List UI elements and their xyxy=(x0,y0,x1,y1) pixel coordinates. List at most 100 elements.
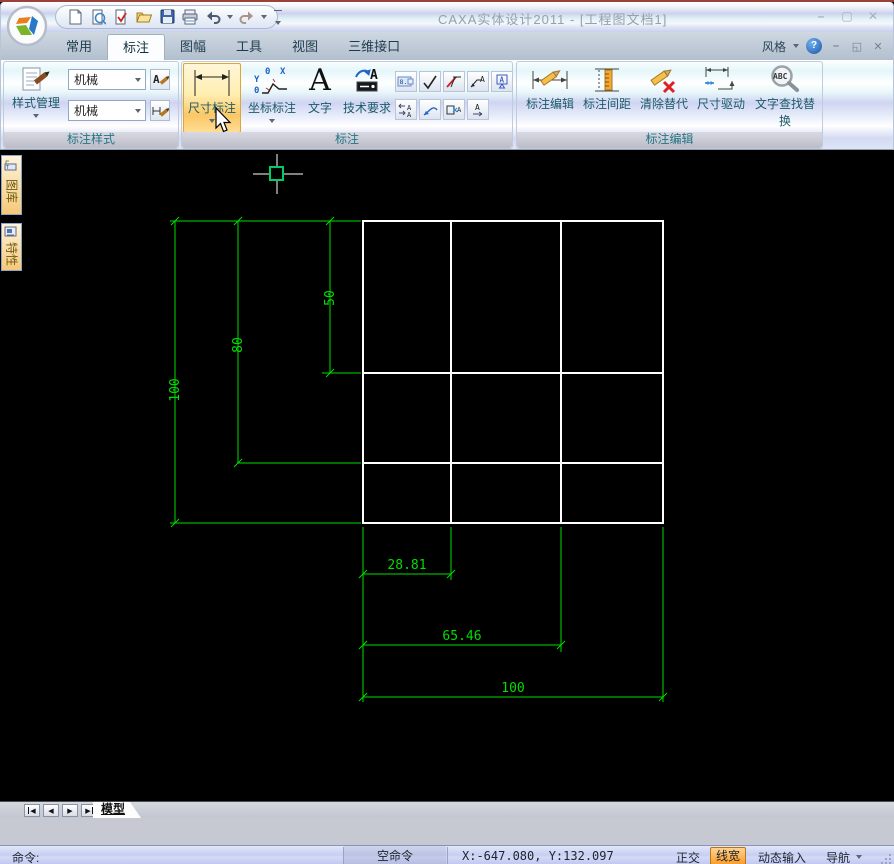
svg-text:Y: Y xyxy=(254,75,260,85)
dim-style-combo[interactable]: 机械 xyxy=(68,100,146,121)
mouse-cursor xyxy=(215,107,232,133)
text-find-replace-button[interactable]: ABC 文字查找替换 xyxy=(750,65,820,129)
doc-minimize-button[interactable]: – xyxy=(829,40,843,52)
group-label[interactable]: 标注编辑 xyxy=(517,132,822,148)
curvature-radius-icon[interactable]: 8.1 xyxy=(395,71,417,92)
leader-note-icon[interactable]: A xyxy=(467,71,489,92)
app-logo[interactable] xyxy=(6,5,48,47)
command-state: 空命令 xyxy=(344,846,446,864)
save-icon[interactable] xyxy=(158,8,176,26)
dimension-lines xyxy=(170,216,668,702)
group-label[interactable]: 标注样式 xyxy=(4,132,178,148)
dimension-labels: 100 80 50 28.81 65.46 100 xyxy=(168,290,525,696)
doc-restore-button[interactable]: ◱ xyxy=(850,40,864,53)
style-menu-dropdown-icon[interactable] xyxy=(793,44,799,48)
dim-style-edit-icon[interactable] xyxy=(150,100,170,121)
doc-close-button[interactable]: ✕ xyxy=(871,40,885,53)
text-direction-icon[interactable]: A xyxy=(467,99,489,120)
quick-access-toolbar xyxy=(55,5,278,29)
combo-dropdown-icon[interactable] xyxy=(135,77,141,82)
dynamic-input-toggle[interactable]: 动态输入 xyxy=(758,849,806,864)
first-sheet-icon[interactable]: ◀ xyxy=(24,804,40,817)
undo-icon[interactable] xyxy=(204,8,222,26)
document-import-icon[interactable] xyxy=(112,8,130,26)
style-menu-button[interactable]: 风格 xyxy=(762,38,786,55)
ruler-spacing-icon xyxy=(595,68,619,92)
coordinate-dropdown-icon xyxy=(269,119,275,123)
ortho-toggle[interactable]: 正交 xyxy=(676,849,700,864)
coordinate-icon: 0 X Y 0 xyxy=(254,67,287,96)
group-annotation-style: 样式管理 机械 A 机械 标注样式 xyxy=(3,61,179,149)
resize-grip[interactable] xyxy=(879,852,891,864)
sidebar-tab-properties[interactable]: 特性 xyxy=(1,223,22,271)
command-prompt-label: 命令: xyxy=(12,851,40,864)
tab-sheet[interactable]: 图幅 xyxy=(165,34,221,60)
window-title: CAXA实体设计2011 - [工程图文档1] xyxy=(438,12,668,27)
svg-text:A: A xyxy=(407,111,412,118)
sidebar-tab-library[interactable]: T 图库 xyxy=(1,155,22,215)
undo-dropdown-icon[interactable] xyxy=(227,15,233,19)
dimension-label: 80 xyxy=(231,337,246,353)
dimension-icon xyxy=(194,70,230,96)
tab-annotation[interactable]: 标注 xyxy=(107,34,166,60)
dim-pencil-icon xyxy=(532,70,568,89)
chamfer-dim-icon[interactable] xyxy=(443,71,465,92)
tab-common[interactable]: 常用 xyxy=(51,34,107,60)
library-icon: T xyxy=(4,160,17,171)
dimension-label: 100 xyxy=(168,378,183,401)
status-bar: 命令: 空命令 X:-647.080, Y:132.097 正交 线宽 动态输入… xyxy=(0,845,894,864)
tech-requirements-button[interactable]: A 技术要求 xyxy=(339,63,395,116)
dimension-label: 50 xyxy=(323,290,338,306)
new-document-icon[interactable] xyxy=(66,8,84,26)
navigation-toggle[interactable]: 导航 xyxy=(826,849,850,864)
coordinate-readout: X:-647.080, Y:132.097 xyxy=(462,849,614,863)
style-manage-button[interactable]: 样式管理 xyxy=(8,64,64,118)
combo-dropdown-icon[interactable] xyxy=(135,108,141,113)
minimize-button[interactable]: – xyxy=(813,8,829,24)
dimension-drive-button[interactable]: 尺寸驱动 xyxy=(694,65,748,112)
close-button[interactable]: ✕ xyxy=(865,8,881,24)
style-manage-dropdown-icon xyxy=(33,114,39,118)
text-style-edit-icon[interactable]: A xyxy=(150,69,170,90)
model-sheet-tab[interactable]: 模型 xyxy=(93,802,141,818)
drawing-canvas[interactable]: 100 80 50 28.81 65.46 100 T 图库 特性 xyxy=(0,150,894,801)
print-icon[interactable] xyxy=(181,8,199,26)
leader-arrow-icon[interactable] xyxy=(419,99,441,120)
coordinate-annotate-button[interactable]: 0 X Y 0 坐标标注 xyxy=(244,63,300,123)
redo-dropdown-icon[interactable] xyxy=(261,15,267,19)
tab-3d-interface[interactable]: 三维接口 xyxy=(333,34,415,60)
prev-sheet-icon[interactable]: ◀ xyxy=(43,804,59,817)
drawing-svg: 100 80 50 28.81 65.46 100 xyxy=(168,154,668,702)
clear-override-button[interactable]: 清除替代 xyxy=(636,65,692,112)
title-bar: CAXA实体设计2011 - [工程图文档1] – ▢ ✕ xyxy=(0,2,894,32)
text-button[interactable]: A 文字 xyxy=(301,63,339,116)
text-align-swap-icon[interactable]: AA xyxy=(395,99,417,120)
redo-icon[interactable] xyxy=(238,8,256,26)
roughness-check-icon[interactable] xyxy=(419,71,441,92)
svg-text:A: A xyxy=(457,106,462,114)
svg-text:ABC: ABC xyxy=(773,72,788,81)
svg-text:A: A xyxy=(475,103,480,112)
tab-view[interactable]: 视图 xyxy=(277,34,333,60)
open-folder-icon[interactable] xyxy=(135,8,153,26)
help-icon[interactable]: ? xyxy=(806,38,822,54)
hole-annotation-icon[interactable]: A xyxy=(443,99,465,120)
dim-drive-icon xyxy=(705,67,735,90)
pencil-delete-icon xyxy=(650,69,676,94)
svg-text:0: 0 xyxy=(254,86,259,96)
document-preview-icon[interactable] xyxy=(89,8,107,26)
text-style-combo[interactable]: 机械 xyxy=(68,69,146,90)
datum-symbol-icon[interactable]: A xyxy=(491,71,513,92)
command-strip xyxy=(0,818,894,845)
customize-quick-access-icon[interactable] xyxy=(273,10,283,30)
maximize-button[interactable]: ▢ xyxy=(839,8,855,24)
navigation-dropdown-icon[interactable] xyxy=(856,855,862,859)
annotation-spacing-button[interactable]: 标注间距 xyxy=(580,65,634,112)
crosshair-cursor xyxy=(253,154,303,194)
tab-tools[interactable]: 工具 xyxy=(221,34,277,60)
next-sheet-icon[interactable]: ▶ xyxy=(62,804,78,817)
line-width-toggle[interactable]: 线宽 xyxy=(710,847,747,864)
style-manage-icon xyxy=(22,67,50,91)
find-replace-icon: ABC xyxy=(771,65,799,92)
annotation-edit-button[interactable]: 标注编辑 xyxy=(522,65,578,112)
